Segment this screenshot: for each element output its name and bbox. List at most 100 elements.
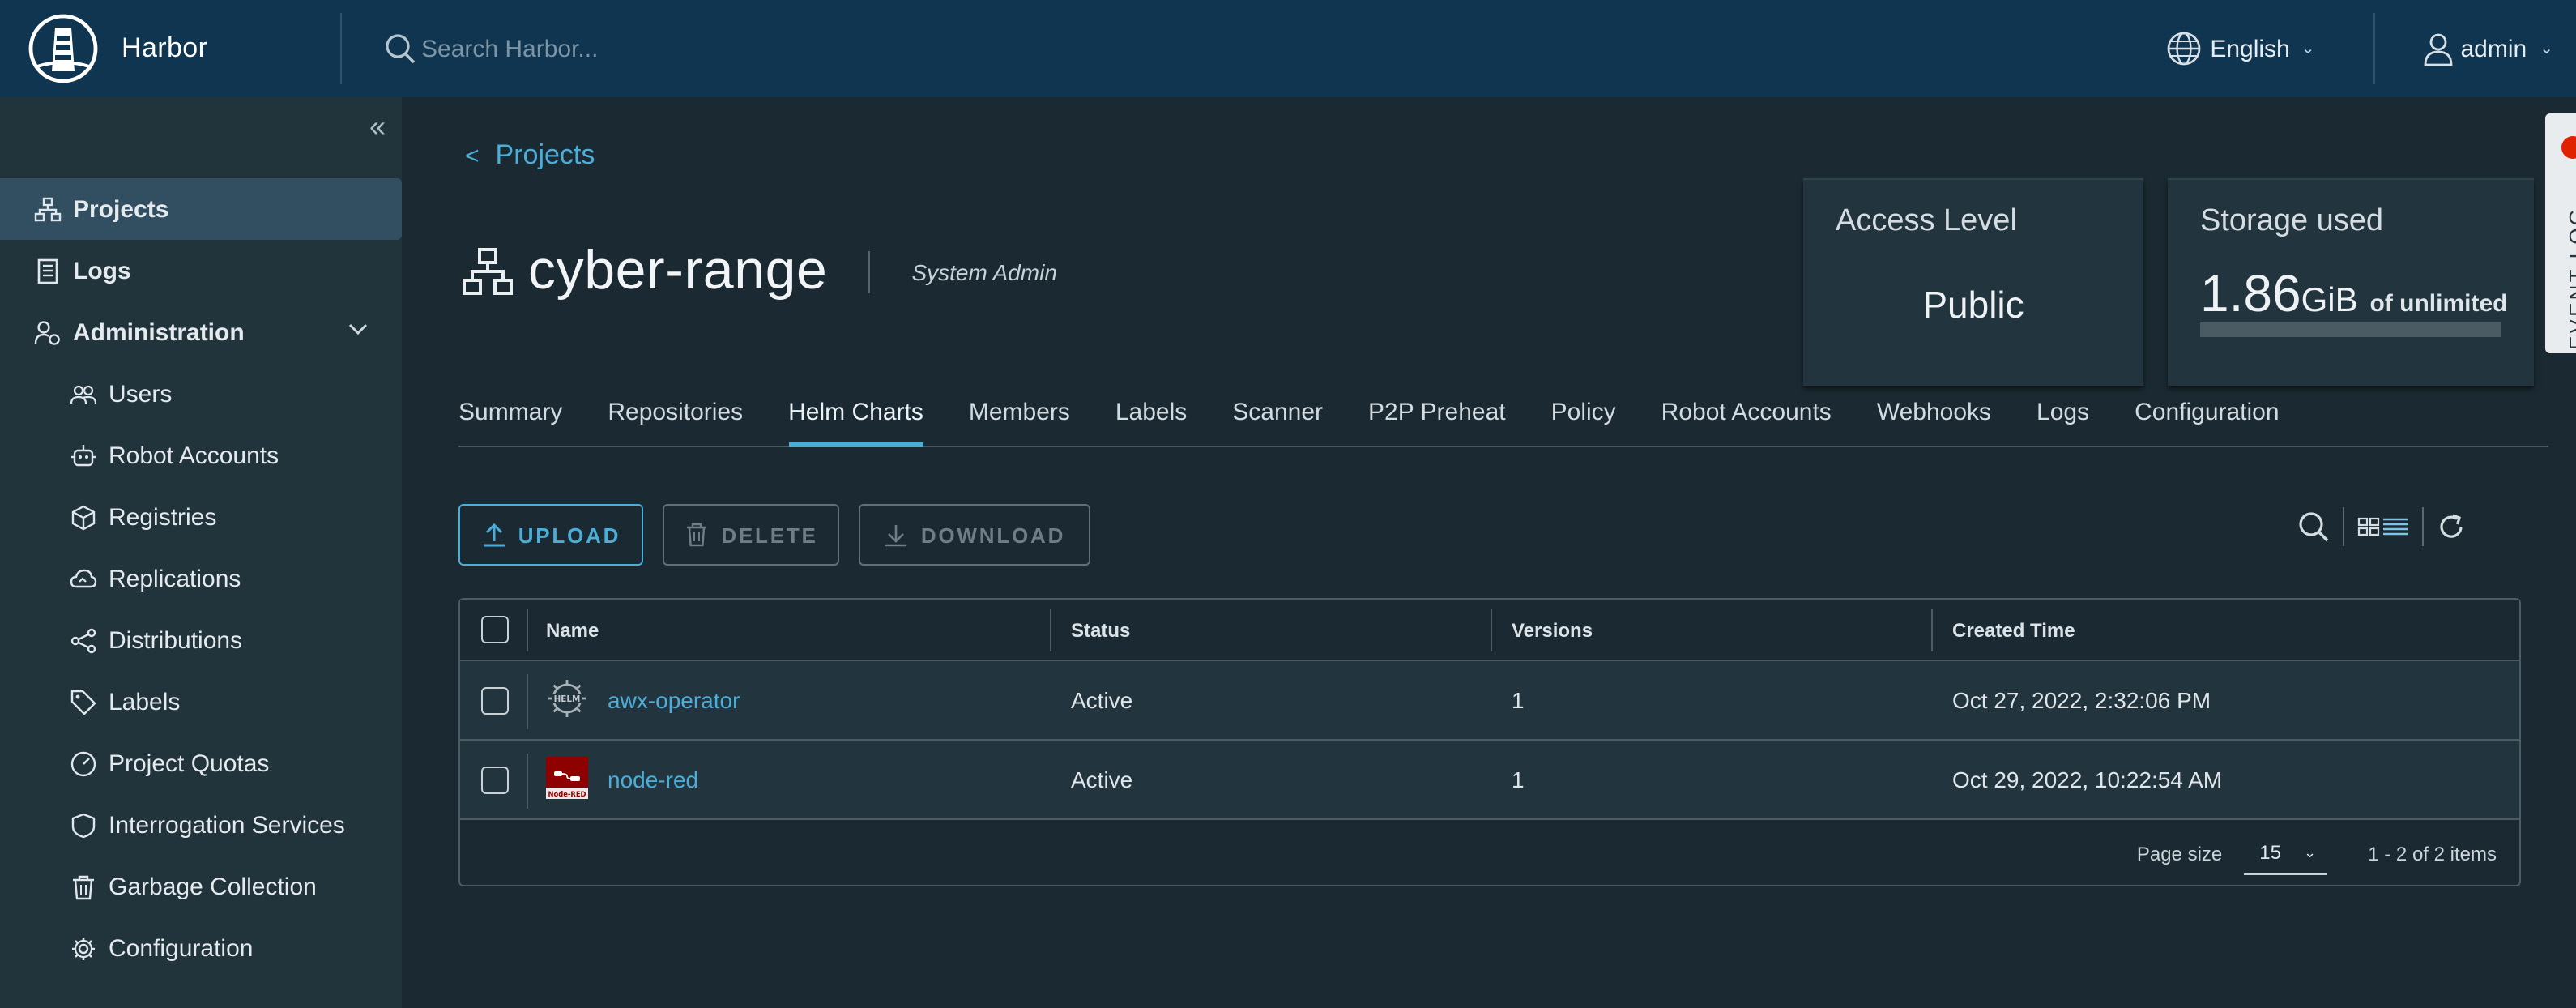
storage-quota: of unlimited — [2369, 290, 2508, 318]
brand[interactable]: Harbor — [0, 0, 340, 97]
upload-label: UPLOAD — [518, 523, 621, 547]
row-checkbox[interactable] — [481, 766, 509, 793]
page-title: cyber-range System Admin — [462, 240, 1057, 303]
delete-button[interactable]: DELETE — [663, 504, 839, 566]
row-select-cell — [481, 661, 509, 739]
top-header: Harbor English ⌄ — [0, 0, 2576, 97]
tab-members[interactable]: Members — [969, 392, 1070, 447]
collapse-sidebar-icon[interactable]: « — [369, 110, 386, 144]
tab-p2p-preheat[interactable]: P2P Preheat — [1368, 392, 1506, 447]
sidebar-item-configuration[interactable]: Configuration — [0, 917, 402, 979]
storage-amount: 1.86 — [2200, 264, 2301, 322]
sidebar-item-interrogation-services[interactable]: Interrogation Services — [0, 794, 402, 856]
breadcrumb-back-link[interactable]: < Projects — [465, 139, 595, 172]
sidebar-item-label: Labels — [109, 688, 181, 715]
tab-policy[interactable]: Policy — [1551, 392, 1616, 447]
svg-text:Node-RED: Node-RED — [548, 790, 586, 798]
tab-summary[interactable]: Summary — [458, 392, 562, 447]
sidebar-item-label: Robot Accounts — [109, 442, 279, 469]
grid-header: Name Status Versions Created Time — [460, 600, 2519, 661]
sidebar-item-labels[interactable]: Labels — [0, 671, 402, 733]
harbor-logo-icon — [28, 14, 98, 83]
sidebar-item-label: Configuration — [109, 934, 254, 962]
row-divider — [527, 754, 528, 809]
name-cell: Node-RED node-red — [546, 741, 698, 818]
sidebar-item-replications[interactable]: Replications — [0, 548, 402, 609]
select-all-checkbox[interactable] — [481, 616, 509, 643]
status-cell: Active — [1071, 687, 1133, 713]
project-icon — [34, 196, 62, 221]
pagination-info: 1 - 2 of 2 items — [2368, 842, 2497, 865]
sidebar-item-distributions[interactable]: Distributions — [0, 609, 402, 671]
header-divider — [340, 13, 342, 84]
view-toggle-button[interactable] — [2357, 514, 2409, 540]
sidebar-item-project-quotas[interactable]: Project Quotas — [0, 733, 402, 794]
tab-labels[interactable]: Labels — [1115, 392, 1187, 447]
sidebar-item-logs[interactable]: Logs — [0, 240, 402, 301]
tab-repositories[interactable]: Repositories — [608, 392, 743, 447]
refresh-button[interactable] — [2437, 512, 2466, 541]
administration-icon — [34, 320, 60, 344]
sidebar-item-projects[interactable]: Projects — [0, 178, 402, 240]
svg-text:HELM: HELM — [554, 694, 581, 704]
search-toggle-button[interactable] — [2297, 510, 2330, 543]
tab-configuration[interactable]: Configuration — [2135, 392, 2279, 447]
delete-label: DELETE — [721, 523, 818, 547]
title-divider — [868, 250, 870, 293]
upload-button[interactable]: UPLOAD — [458, 504, 643, 566]
status-cell: Active — [1071, 767, 1133, 792]
versions-cell: 1 — [1512, 767, 1525, 792]
sidebar-item-robot-accounts[interactable]: Robot Accounts — [0, 425, 402, 486]
row-checkbox[interactable] — [481, 686, 509, 714]
grid-footer: Page size 15 ⌄ 1 - 2 of 2 items — [460, 822, 2519, 885]
sidebar-item-administration[interactable]: Administration — [0, 301, 402, 363]
toolbar-divider — [2343, 507, 2344, 546]
page-size-value: 15 — [2259, 841, 2281, 864]
page-size-select[interactable]: 15 ⌄ — [2243, 832, 2327, 874]
registry-cube-icon — [71, 504, 96, 530]
table-row[interactable]: HELM awx-operator Active 1 Oct 27, 2022,… — [460, 661, 2519, 741]
search-icon — [386, 34, 416, 64]
robot-icon — [71, 444, 96, 466]
column-header-status[interactable]: Status — [1071, 600, 1130, 660]
tab-robot-accounts[interactable]: Robot Accounts — [1661, 392, 1832, 447]
event-log-tab[interactable]: EVENT LOG — [2545, 113, 2576, 353]
sidebar-item-garbage-collection[interactable]: Garbage Collection — [0, 856, 402, 917]
dashboard-icon — [70, 750, 96, 776]
access-level-title: Access Level — [1836, 204, 2017, 238]
access-level-card: Access Level Public — [1803, 178, 2143, 386]
tab-scanner[interactable]: Scanner — [1232, 392, 1323, 447]
event-log-label: EVENT LOG — [2565, 206, 2576, 350]
search-icon — [2299, 512, 2329, 542]
tab-helm-charts[interactable]: Helm Charts — [788, 392, 923, 447]
header-right: English ⌄ admin ⌄ — [2166, 0, 2576, 97]
sidebar-item-label: Administration — [73, 318, 245, 346]
tab-webhooks[interactable]: Webhooks — [1877, 392, 1991, 447]
grid-toolbar — [2297, 506, 2466, 548]
project-tabs: Summary Repositories Helm Charts Members… — [458, 392, 2548, 447]
language-selector[interactable]: English ⌄ — [2166, 31, 2373, 66]
chart-name-link[interactable]: awx-operator — [608, 687, 740, 713]
download-button[interactable]: DOWNLOAD — [859, 504, 1090, 566]
column-header-name[interactable]: Name — [546, 600, 599, 660]
sidebar-item-registries[interactable]: Registries — [0, 486, 402, 548]
tab-logs[interactable]: Logs — [2036, 392, 2089, 447]
helm-charts-grid: Name Status Versions Created Time HELM a… — [458, 598, 2521, 886]
logs-icon — [37, 258, 58, 284]
sidebar-item-users[interactable]: Users — [0, 363, 402, 425]
column-divider — [527, 609, 528, 651]
chevron-down-icon — [348, 323, 368, 335]
global-search[interactable] — [384, 19, 1032, 78]
sidebar-item-label: Users — [109, 380, 173, 408]
chevron-left-icon: < — [465, 143, 480, 170]
project-name: cyber-range — [528, 240, 828, 301]
refresh-icon — [2440, 514, 2463, 538]
chart-name-link[interactable]: node-red — [608, 767, 698, 792]
user-menu[interactable]: admin ⌄ — [2375, 31, 2576, 66]
main-content: < Projects cyber-range System Admin Acces… — [402, 97, 2576, 1008]
column-header-created-time[interactable]: Created Time — [1952, 600, 2075, 660]
table-row[interactable]: Node-RED node-red Active 1 Oct 29, 2022,… — [460, 741, 2519, 820]
sidebar-item-label: Distributions — [109, 626, 243, 654]
column-header-versions[interactable]: Versions — [1512, 600, 1593, 660]
search-input[interactable] — [421, 35, 972, 62]
